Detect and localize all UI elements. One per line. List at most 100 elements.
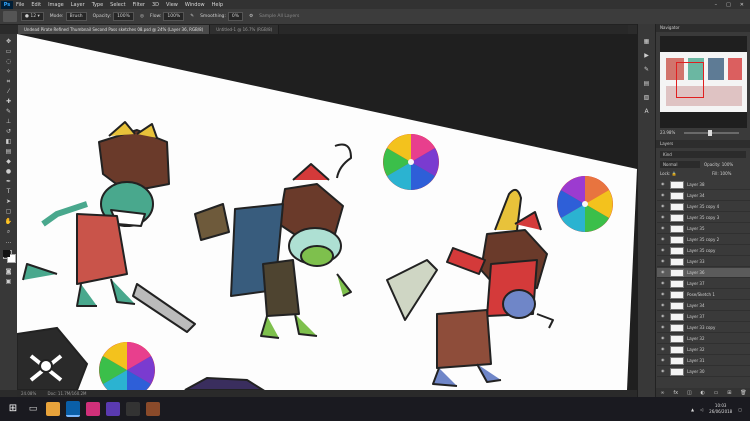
visibility-eye-icon[interactable]: ◉: [661, 281, 666, 285]
layer-row[interactable]: ◉ Layer 34: [657, 301, 750, 311]
layer-row[interactable]: ◉ Layer 34: [657, 191, 750, 201]
smoothing-input[interactable]: 0%: [227, 12, 244, 21]
lasso-tool-icon[interactable]: ◌: [4, 58, 13, 65]
layer-row[interactable]: ◉ Layer 35 copy 4: [657, 202, 750, 212]
brush-size-picker[interactable]: ● 12 ▾: [21, 12, 44, 21]
dodge-tool-icon[interactable]: ●: [4, 168, 13, 175]
network-icon[interactable]: ▲: [691, 407, 694, 412]
airbrush-icon[interactable]: ✎: [190, 14, 194, 19]
quick-mask-icon[interactable]: ◙: [4, 268, 13, 275]
lock-icon[interactable]: 🔒: [672, 171, 677, 176]
layer-row[interactable]: ◉ Layer 37: [657, 279, 750, 289]
app-taskbar-icon-2[interactable]: [86, 402, 100, 416]
character-panel-icon[interactable]: A: [642, 108, 651, 115]
blend-mode-select[interactable]: Normal: [660, 161, 700, 168]
brush-presets-icon[interactable]: ▤: [642, 80, 651, 87]
minimize-icon[interactable]: –: [715, 2, 718, 8]
volume-icon[interactable]: ◁: [700, 407, 703, 412]
layer-row[interactable]: ◉ Layer 31: [657, 356, 750, 366]
visibility-eye-icon[interactable]: ◉: [661, 270, 666, 274]
layer-row[interactable]: ◉ Pose/Sketch 1: [657, 290, 750, 300]
swatches-panel-icon[interactable]: ▧: [642, 94, 651, 101]
layers-title[interactable]: Layers: [656, 140, 750, 148]
visibility-eye-icon[interactable]: ◉: [661, 303, 666, 307]
blur-tool-icon[interactable]: ◆: [4, 158, 13, 165]
screen-mode-icon[interactable]: ▣: [4, 278, 13, 285]
layer-row[interactable]: ◉ Layer 35 copy 3: [657, 213, 750, 223]
navigator-slider-handle[interactable]: [708, 130, 712, 136]
visibility-eye-icon[interactable]: ◉: [661, 336, 666, 340]
navigator-title[interactable]: Navigator: [656, 24, 750, 32]
more-tools-icon[interactable]: …: [4, 238, 13, 245]
gear-icon[interactable]: ⚙: [249, 14, 253, 19]
eyedropper-tool-icon[interactable]: ⁄: [4, 88, 13, 95]
layer-filter-kind[interactable]: Kind: [660, 151, 746, 158]
mode-select[interactable]: Brush: [65, 12, 87, 21]
task-view-icon[interactable]: ▭: [26, 402, 40, 416]
pressure-opacity-icon[interactable]: ◎: [140, 14, 144, 19]
layer-row[interactable]: ◉ Layer 35 copy 2: [657, 235, 750, 245]
menu-view[interactable]: View: [166, 2, 178, 8]
menu-layer[interactable]: Layer: [71, 2, 85, 8]
visibility-eye-icon[interactable]: ◉: [661, 358, 666, 362]
shape-tool-icon[interactable]: ▢: [4, 208, 13, 215]
maximize-icon[interactable]: □: [726, 2, 731, 8]
status-zoom[interactable]: 24.08%: [21, 391, 36, 396]
stamp-tool-icon[interactable]: ⊥: [4, 118, 13, 125]
menu-help[interactable]: Help: [212, 2, 223, 8]
visibility-eye-icon[interactable]: ◉: [661, 204, 666, 208]
adjustment-icon[interactable]: ◐: [700, 390, 704, 396]
document-canvas[interactable]: [17, 34, 637, 390]
opacity-input[interactable]: 100%: [113, 12, 134, 21]
trash-icon[interactable]: 🗑: [740, 390, 746, 396]
visibility-eye-icon[interactable]: ◉: [661, 259, 666, 263]
layer-row[interactable]: ◉ Layer 32: [657, 334, 750, 344]
fx-icon[interactable]: fx: [673, 390, 678, 396]
sample-all-layers-toggle[interactable]: Sample All Layers: [259, 14, 299, 19]
layer-row[interactable]: ◉ Layer 33: [657, 257, 750, 267]
layer-row[interactable]: ◉ Layer 33 copy: [657, 323, 750, 333]
fill-input[interactable]: 100%: [720, 171, 731, 176]
flow-input[interactable]: 100%: [163, 12, 185, 21]
history-brush-tool-icon[interactable]: ↺: [4, 128, 13, 135]
visibility-eye-icon[interactable]: ◉: [661, 226, 666, 230]
visibility-eye-icon[interactable]: ◉: [661, 325, 666, 329]
canvas-area[interactable]: [17, 34, 637, 390]
menu-type[interactable]: Type: [92, 2, 103, 8]
mask-icon[interactable]: ◫: [687, 390, 692, 396]
menu-3d[interactable]: 3D: [152, 2, 159, 8]
visibility-eye-icon[interactable]: ◉: [661, 182, 666, 186]
tab-document-active[interactable]: Undead Pirate Refined Thumbnail Second P…: [18, 25, 211, 34]
visibility-eye-icon[interactable]: ◉: [661, 248, 666, 252]
brush-panel-icon[interactable]: ✎: [642, 66, 651, 73]
visibility-eye-icon[interactable]: ◉: [661, 314, 666, 318]
photoshop-taskbar-icon[interactable]: [66, 401, 80, 417]
clock-date[interactable]: 26/06/2018: [709, 409, 732, 415]
menu-window[interactable]: Window: [185, 2, 205, 8]
brush-tool-icon[interactable]: ✎: [4, 108, 13, 115]
zoom-tool-icon[interactable]: ⌕: [4, 228, 13, 235]
crop-tool-icon[interactable]: ⌗: [4, 78, 13, 85]
new-layer-icon[interactable]: ⊞: [727, 390, 731, 396]
app-taskbar-icon-3[interactable]: [106, 402, 120, 416]
layer-row[interactable]: ◉ Layer 35: [657, 224, 750, 234]
history-panel-icon[interactable]: ▦: [642, 38, 651, 45]
layer-row[interactable]: ◉ Layer 38: [657, 180, 750, 190]
navigator-zoom-slider[interactable]: [684, 130, 739, 136]
visibility-eye-icon[interactable]: ◉: [661, 237, 666, 241]
menu-file[interactable]: File: [16, 2, 24, 8]
path-select-tool-icon[interactable]: ➤: [4, 198, 13, 205]
layer-opacity-input[interactable]: 100%: [722, 162, 733, 167]
layer-row[interactable]: ◉ Layer 36: [657, 268, 750, 278]
quick-select-tool-icon[interactable]: ✧: [4, 68, 13, 75]
menu-image[interactable]: Image: [48, 2, 64, 8]
file-explorer-icon[interactable]: [46, 402, 60, 416]
menu-edit[interactable]: Edit: [31, 2, 41, 8]
menu-filter[interactable]: Filter: [133, 2, 145, 8]
healing-tool-icon[interactable]: ✚: [4, 98, 13, 105]
visibility-eye-icon[interactable]: ◉: [661, 215, 666, 219]
hand-tool-icon[interactable]: ✋: [4, 218, 13, 225]
pen-tool-icon[interactable]: ✒: [4, 178, 13, 185]
windows-start-icon[interactable]: ⊞: [6, 402, 20, 416]
visibility-eye-icon[interactable]: ◉: [661, 193, 666, 197]
